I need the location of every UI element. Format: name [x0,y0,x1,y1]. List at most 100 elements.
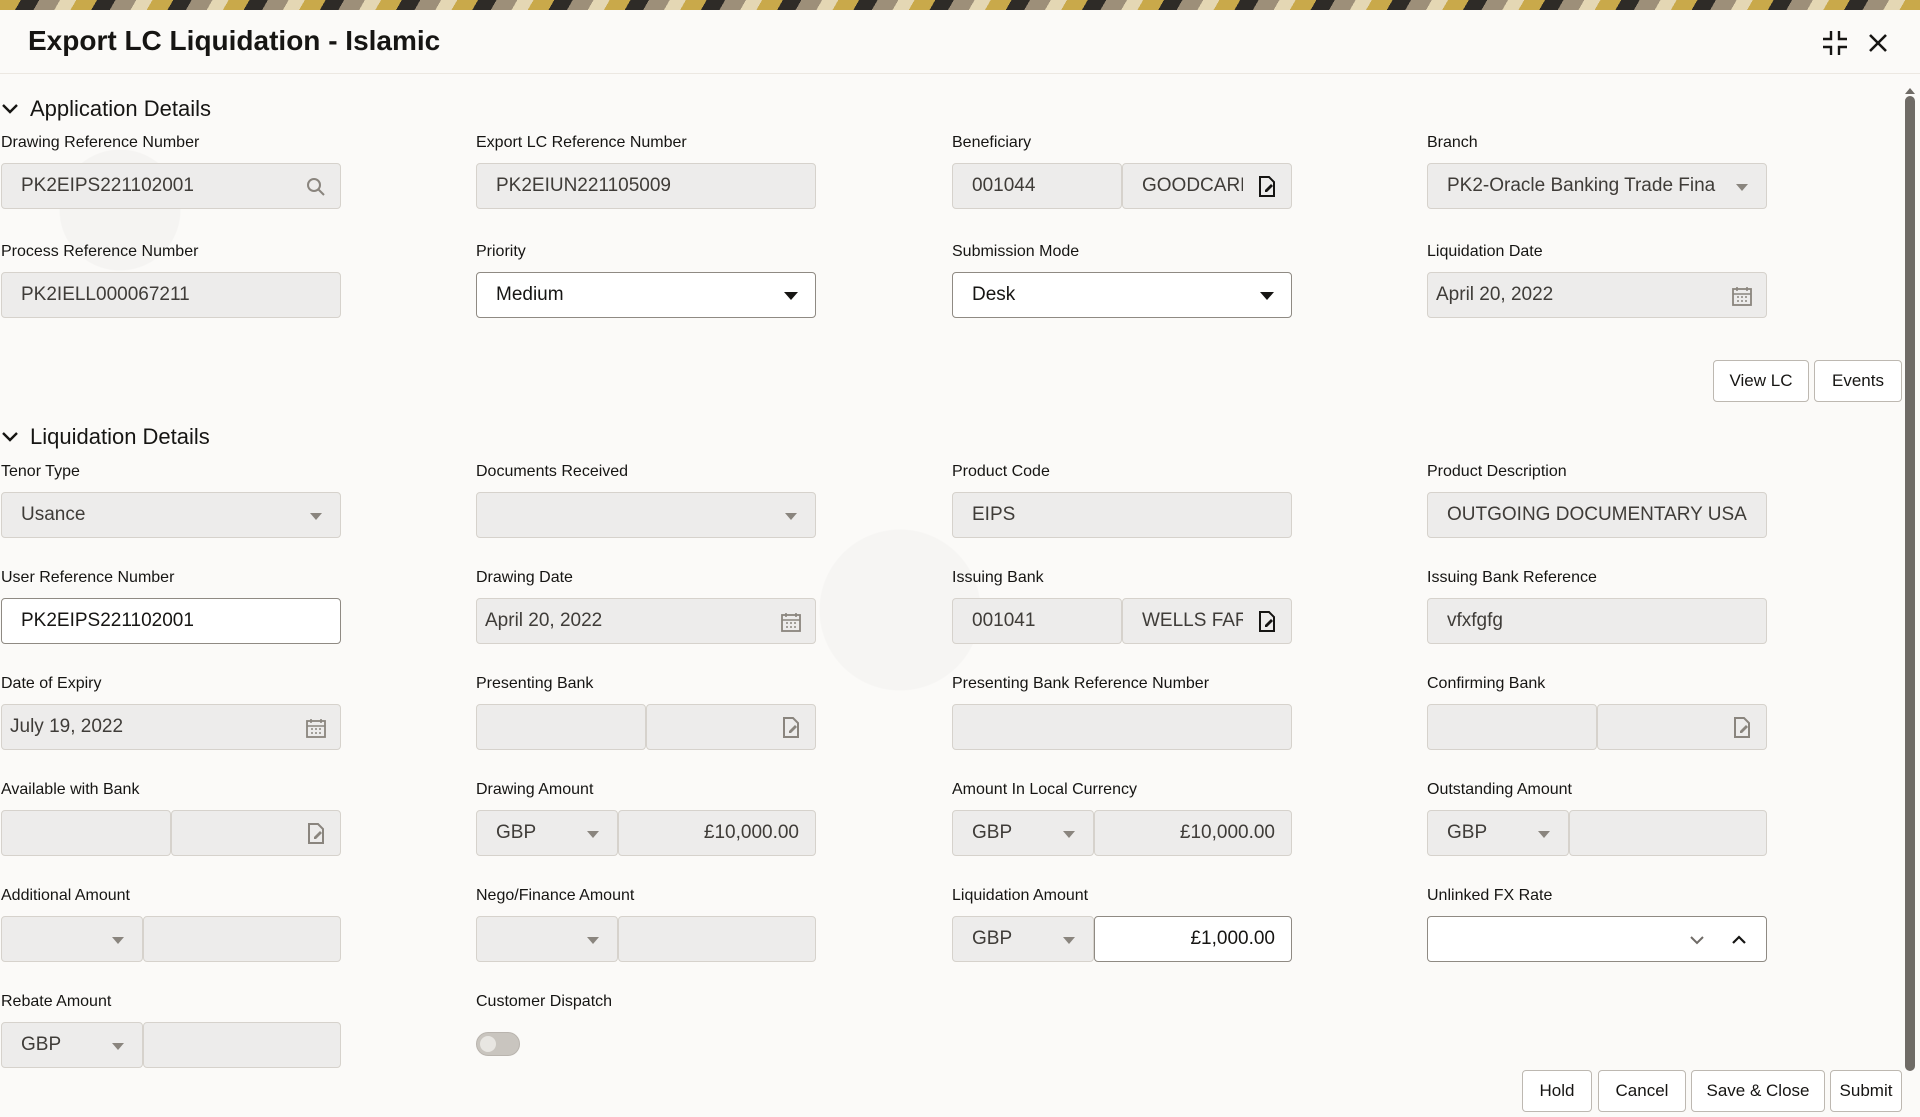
section-liquidation-details[interactable]: Liquidation Details [0,420,210,454]
lookup-document-icon[interactable] [1255,610,1279,634]
available-with-bank-id-field[interactable] [1,810,171,856]
process-ref-label: Process Reference Number [1,243,199,260]
confirming-bank-label: Confirming Bank [1427,675,1546,692]
chevron-down-icon [1532,822,1556,846]
outstanding-amount-field[interactable] [1569,810,1767,856]
drawing-date-label: Drawing Date [476,569,573,586]
lookup-document-icon[interactable] [1255,175,1279,199]
minimize-icon[interactable] [1818,26,1852,60]
process-ref-field[interactable]: PK2IELL000067211 [1,272,341,318]
chevron-down-icon [2,432,18,442]
dialog-content: Application Details Drawing Reference Nu… [0,74,1902,1117]
nego-finance-amount-label: Nego/Finance Amount [476,887,635,904]
close-icon[interactable] [1861,26,1895,60]
export-lc-ref-label: Export LC Reference Number [476,134,687,151]
outstanding-amount-currency-select[interactable]: GBP [1427,810,1569,856]
additional-amount-label: Additional Amount [1,887,130,904]
chevron-down-icon [106,1034,130,1058]
issuing-bank-name-field[interactable]: WELLS FAR [1122,598,1292,644]
chevron-down-icon [779,284,803,308]
submit-button[interactable]: Submit [1830,1070,1902,1112]
chevron-down-icon [1255,284,1279,308]
increment-icon[interactable] [1728,929,1750,951]
lookup-document-icon[interactable] [304,822,328,846]
drawing-amount-label: Drawing Amount [476,781,594,798]
drawing-ref-field[interactable]: PK2EIPS221102001 [1,163,341,209]
liquidation-date-label: Liquidation Date [1427,243,1543,260]
save-close-button[interactable]: Save & Close [1691,1070,1825,1112]
product-code-field[interactable]: EIPS [952,492,1292,538]
toggle-knob [480,1036,496,1052]
amount-local-label: Amount In Local Currency [952,781,1137,798]
chevron-down-icon [581,822,605,846]
date-of-expiry-field[interactable]: July 19, 2022 [1,704,341,750]
user-ref-label: User Reference Number [1,569,175,586]
dialog-header: Export LC Liquidation - Islamic [0,10,1920,74]
dialog-title: Export LC Liquidation - Islamic [28,25,441,56]
branch-label: Branch [1427,134,1478,151]
product-code-label: Product Code [952,463,1050,480]
priority-select[interactable]: Medium [476,272,816,318]
drawing-amount-field[interactable]: £10,000.00 [618,810,816,856]
customer-dispatch-toggle[interactable] [476,1032,520,1056]
confirming-bank-name-field[interactable] [1597,704,1767,750]
beneficiary-name-field[interactable]: GOODCARE [1122,163,1292,209]
scrollbar-thumb[interactable] [1905,96,1915,1071]
chevron-down-icon [581,928,605,952]
tenor-type-select[interactable]: Usance [1,492,341,538]
customer-dispatch-label: Customer Dispatch [476,993,613,1010]
decrement-icon[interactable] [1686,929,1708,951]
calendar-icon[interactable] [779,610,803,634]
liquidation-amount-currency-select[interactable]: GBP [952,916,1094,962]
presenting-bank-ref-field[interactable] [952,704,1292,750]
events-button[interactable]: Events [1814,360,1902,402]
product-description-field[interactable]: OUTGOING DOCUMENTARY USANCE [1427,492,1767,538]
chevron-down-icon [2,104,18,114]
chevron-down-icon [1730,175,1754,199]
calendar-icon[interactable] [1730,284,1754,308]
amount-local-currency-select[interactable]: GBP [952,810,1094,856]
additional-amount-currency-select[interactable] [1,916,143,962]
liquidation-amount-label: Liquidation Amount [952,887,1089,904]
cancel-button[interactable]: Cancel [1598,1070,1686,1112]
lookup-document-icon[interactable] [1730,716,1754,740]
calendar-icon[interactable] [304,716,328,740]
export-lc-ref-field[interactable]: PK2EIUN221105009 [476,163,816,209]
presenting-bank-name-field[interactable] [646,704,816,750]
amount-local-field[interactable]: £10,000.00 [1094,810,1292,856]
drawing-date-field[interactable]: April 20, 2022 [476,598,816,644]
issuing-bank-ref-field[interactable]: vfxfgfg [1427,598,1767,644]
presenting-bank-id-field[interactable] [476,704,646,750]
issuing-bank-id-field[interactable]: 001041 [952,598,1122,644]
chevron-down-icon [304,504,328,528]
user-ref-input[interactable]: PK2EIPS221102001 [1,598,341,644]
chevron-down-icon [106,928,130,952]
branch-select[interactable]: PK2-Oracle Banking Trade Fina [1427,163,1767,209]
scroll-up-icon[interactable] [1905,88,1915,94]
liquidation-amount-input[interactable]: £1,000.00 [1094,916,1292,962]
hold-button[interactable]: Hold [1522,1070,1592,1112]
documents-received-select[interactable] [476,492,816,538]
presenting-bank-label: Presenting Bank [476,675,594,692]
search-icon[interactable] [304,175,328,199]
chevron-down-icon [1057,822,1081,846]
rebate-amount-currency-select[interactable]: GBP [1,1022,143,1068]
rebate-amount-field[interactable] [143,1022,341,1068]
lookup-document-icon[interactable] [779,716,803,740]
vertical-scrollbar[interactable] [1904,88,1916,1073]
view-lc-button[interactable]: View LC [1713,360,1809,402]
dialog-window: Export LC Liquidation - Islamic Applicat… [0,10,1920,1117]
section-application-details[interactable]: Application Details [0,92,211,126]
beneficiary-id-field[interactable]: 001044 [952,163,1122,209]
available-with-bank-name-field[interactable] [171,810,341,856]
documents-received-label: Documents Received [476,463,629,480]
chevron-down-icon [1057,928,1081,952]
nego-finance-currency-select[interactable] [476,916,618,962]
submission-mode-select[interactable]: Desk [952,272,1292,318]
unlinked-fx-rate-stepper[interactable] [1427,916,1767,962]
confirming-bank-id-field[interactable] [1427,704,1597,750]
nego-finance-amount-field[interactable] [618,916,816,962]
drawing-amount-currency-select[interactable]: GBP [476,810,618,856]
additional-amount-field[interactable] [143,916,341,962]
liquidation-date-field[interactable]: April 20, 2022 [1427,272,1767,318]
